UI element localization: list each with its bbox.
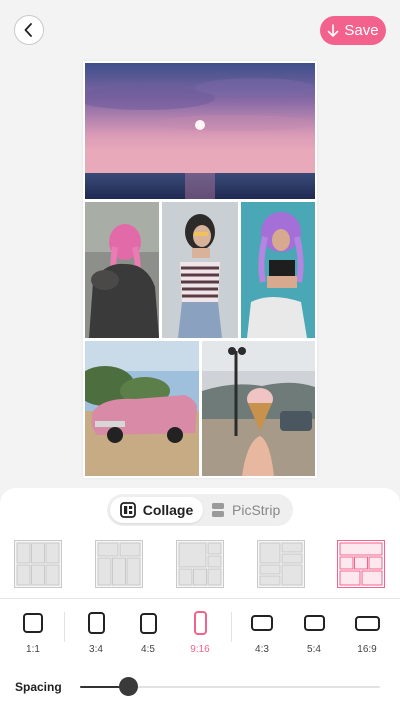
ratio-label: 4:5 bbox=[141, 644, 155, 655]
ratio-label: 16:9 bbox=[357, 644, 377, 655]
ratio-label: 1:1 bbox=[26, 644, 40, 655]
layout-option-4[interactable] bbox=[257, 540, 305, 588]
ratio-separator bbox=[231, 612, 232, 642]
tab-collage-label: Collage bbox=[142, 502, 194, 518]
photo-woman-striped-top[interactable] bbox=[162, 202, 238, 338]
ratio-4-3-icon bbox=[251, 615, 273, 631]
aspect-ratio-picker: 1:1 3:4 4:5 9:16 4:3 5:4 16:9 bbox=[0, 608, 400, 658]
layout-option-5-selected[interactable] bbox=[337, 540, 385, 588]
layout-option-2[interactable] bbox=[95, 540, 143, 588]
ratio-4-5-icon bbox=[139, 612, 157, 634]
photo-sunset-over-sea[interactable] bbox=[85, 63, 315, 199]
ratio-label: 9:16 bbox=[190, 644, 210, 655]
back-button[interactable] bbox=[14, 15, 44, 45]
ratio-separator bbox=[64, 612, 65, 642]
ratio-3-4-icon bbox=[87, 612, 105, 634]
layout-picker bbox=[0, 540, 400, 588]
collage-layout-icon bbox=[119, 502, 136, 518]
bottom-panel: Collage PicStrip 1:1 3:4 4:5 9:16 4:3 5:… bbox=[0, 488, 400, 711]
ratio-label: 3:4 bbox=[89, 644, 103, 655]
tab-picstrip[interactable]: PicStrip bbox=[211, 497, 291, 523]
ratio-5-4-icon bbox=[303, 615, 325, 631]
save-button[interactable]: Save bbox=[320, 16, 386, 45]
ratio-1-1[interactable]: 1:1 bbox=[11, 608, 55, 658]
spacing-slider-thumb[interactable] bbox=[118, 677, 138, 696]
picstrip-icon bbox=[212, 503, 224, 517]
photo-pink-braids-jacket[interactable] bbox=[85, 202, 159, 338]
photo-pink-vintage-car[interactable] bbox=[85, 341, 199, 476]
tab-collage[interactable]: Collage bbox=[110, 497, 203, 523]
ratio-3-4[interactable]: 3:4 bbox=[74, 608, 118, 658]
ratio-16-9-icon bbox=[354, 615, 380, 631]
ratio-5-4[interactable]: 5:4 bbox=[292, 608, 336, 658]
mode-toggle: Collage PicStrip bbox=[107, 494, 293, 526]
spacing-label: Spacing bbox=[15, 680, 62, 694]
ratio-16-9[interactable]: 16:9 bbox=[345, 608, 389, 658]
layout-option-3[interactable] bbox=[176, 540, 224, 588]
layout-option-1[interactable] bbox=[14, 540, 62, 588]
download-arrow-icon bbox=[328, 23, 339, 37]
ratio-9-16-selected[interactable]: 9:16 bbox=[178, 608, 222, 658]
section-divider bbox=[0, 598, 400, 599]
ratio-4-5[interactable]: 4:5 bbox=[126, 608, 170, 658]
ratio-4-3[interactable]: 4:3 bbox=[240, 608, 284, 658]
photo-purple-braids-phone[interactable] bbox=[241, 202, 315, 338]
collage-canvas[interactable] bbox=[83, 61, 317, 478]
photo-ice-cream-cone-street[interactable] bbox=[202, 341, 315, 476]
save-label: Save bbox=[344, 22, 379, 39]
ratio-1-1-icon bbox=[23, 613, 43, 633]
ratio-label: 4:3 bbox=[255, 644, 269, 655]
tab-picstrip-label: PicStrip bbox=[232, 502, 281, 518]
ratio-label: 5:4 bbox=[307, 644, 321, 655]
chevron-left-icon bbox=[24, 23, 32, 37]
ratio-9-16-icon bbox=[193, 611, 207, 635]
